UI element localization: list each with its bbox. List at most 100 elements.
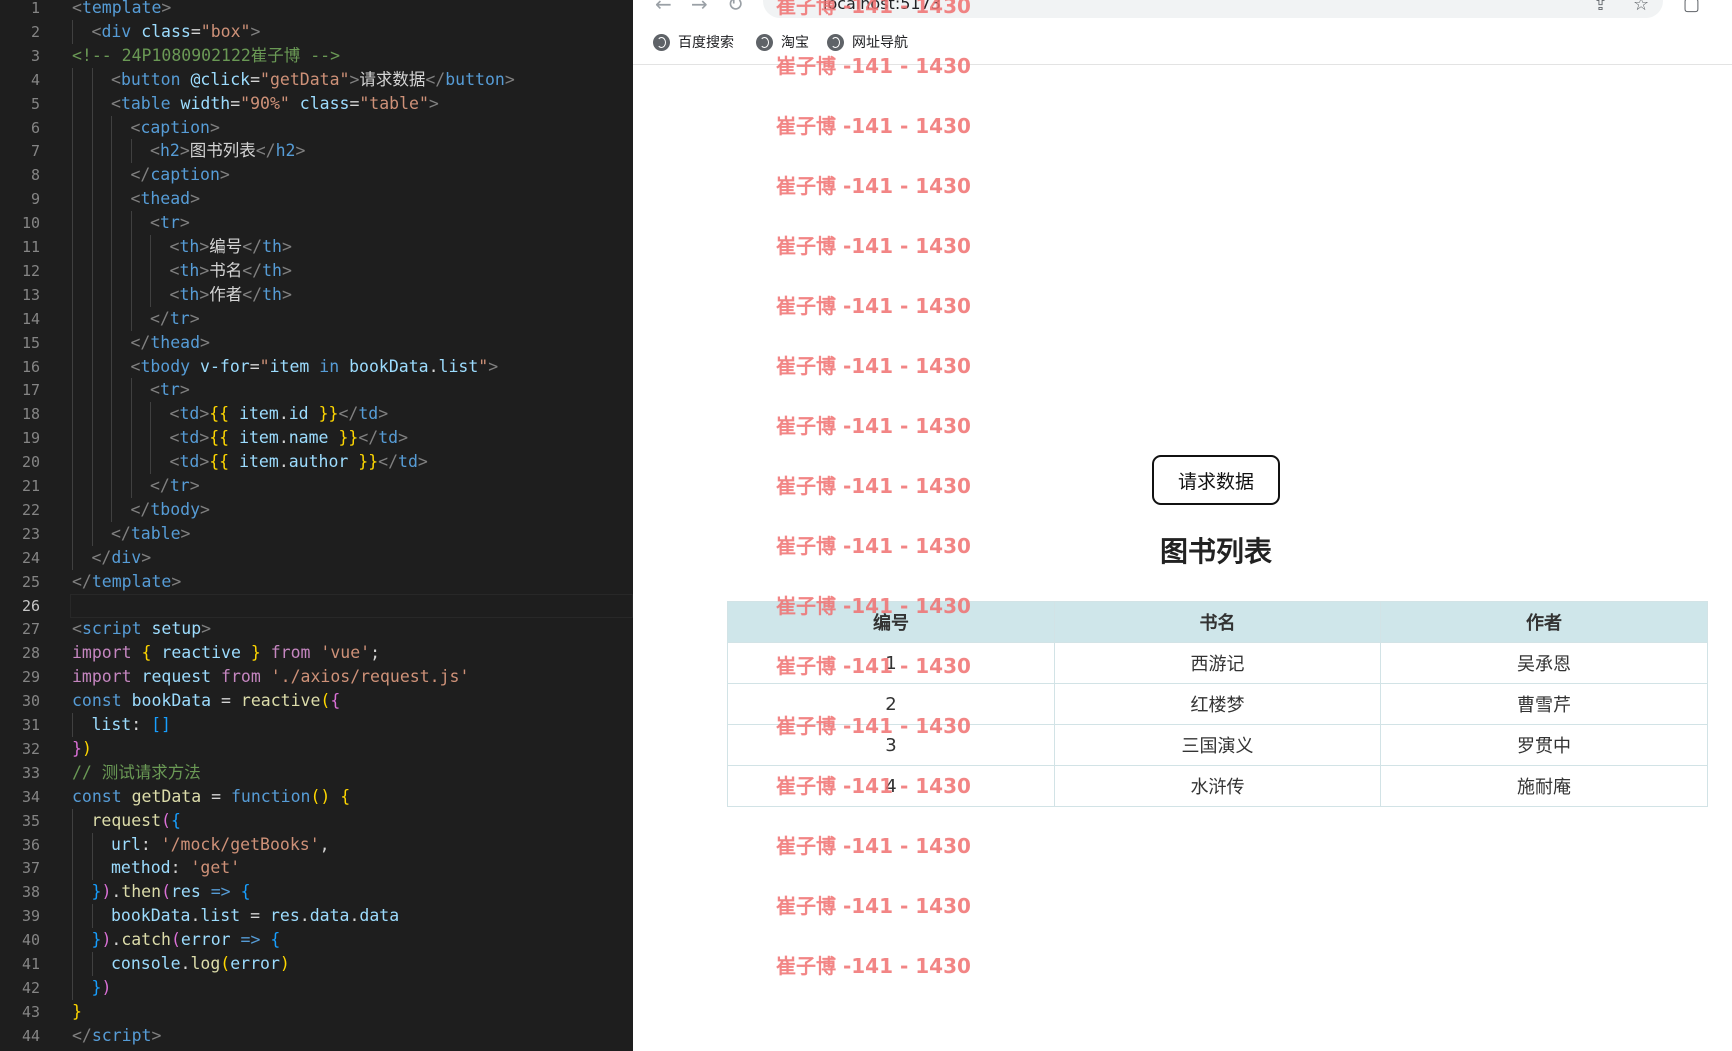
share-icon[interactable]: ⇪ xyxy=(1593,0,1608,15)
code-line[interactable]: 9 <thead> xyxy=(0,187,633,212)
line-number: 9 xyxy=(30,190,40,209)
code-line[interactable]: 40}).catch(error => { xyxy=(0,928,633,953)
window-icon[interactable]: ▢ xyxy=(1683,0,1700,15)
code-line[interactable]: 41 console.log(error) xyxy=(0,952,633,976)
indent-guide xyxy=(72,211,73,236)
code-line[interactable]: 15 </thead> xyxy=(0,330,633,355)
indent-guide xyxy=(91,426,93,451)
code-line[interactable]: 43} xyxy=(0,1000,633,1024)
code-line[interactable]: 25 </template> xyxy=(0,570,633,594)
code-editor[interactable]: 1 <template> 2 <div class="box"> 3 <!-- 24P10… xyxy=(0,0,633,1051)
code-line[interactable]: 33 // 测试请求方法 xyxy=(0,761,633,785)
line-number: 33 xyxy=(21,763,40,782)
code-text: <tbody v-for="item in bookData.list"> xyxy=(130,356,499,376)
code-text: <tr> xyxy=(150,380,190,400)
browser-window: ← → ↻ localhost:5173 ⇪ ☆ ▢ 百度搜索 淘宝 网址导航 xyxy=(633,0,1732,1051)
code-line[interactable]: 36 url: '/mock/getBooks', xyxy=(0,832,633,857)
code-line[interactable]: 4 <button @click="getData">请求数据</button> xyxy=(0,67,633,92)
indent-guide xyxy=(91,856,93,881)
code-line[interactable]: 6 <caption> xyxy=(0,115,633,140)
code-line[interactable]: 11 <th>编号</th> xyxy=(0,235,633,259)
code-text: </tr> xyxy=(150,308,200,328)
address-bar[interactable]: localhost:5173 xyxy=(763,0,1663,18)
code-line[interactable]: 17 <tr> xyxy=(0,378,633,403)
code-line[interactable]: 31 list: [] xyxy=(0,713,633,737)
code-line[interactable]: 34 const getData = function() { xyxy=(0,785,633,809)
table-cell: 西游记 xyxy=(1054,642,1381,684)
indent-guide xyxy=(91,91,93,116)
code-line[interactable]: 20 <td>{{ item.author }}</td> xyxy=(0,450,633,475)
code-text: bookData.list = res.data.data xyxy=(111,906,400,926)
indent-guide xyxy=(72,378,73,403)
browser-toolbar: ← → ↻ localhost:5173 ⇪ ☆ ▢ 百度搜索 淘宝 网址导航 xyxy=(633,0,1732,65)
code-line[interactable]: 23 </table> xyxy=(0,521,633,546)
indent-guide xyxy=(91,402,93,427)
code-text: </template> xyxy=(72,571,182,591)
code-line[interactable]: 16 <tbody v-for="item in bookData.list"> xyxy=(0,354,633,379)
code-line[interactable]: 7 <h2>图书列表</h2> xyxy=(0,139,633,164)
indent-guide xyxy=(130,378,132,403)
indent-guide xyxy=(130,211,132,236)
code-line[interactable]: 10 <tr> xyxy=(0,211,633,236)
code-line[interactable]: 42}) xyxy=(0,975,633,1000)
code-line[interactable]: 45 xyxy=(0,1048,633,1051)
request-data-button[interactable]: 请求数据 xyxy=(1152,455,1280,505)
code-line[interactable]: 29 import request from './axios/request.j… xyxy=(0,665,633,689)
star-icon[interactable]: ☆ xyxy=(1633,0,1649,15)
code-line[interactable]: 39 bookData.list = res.data.data xyxy=(0,904,633,929)
bookmark-item[interactable]: 淘宝 xyxy=(756,30,809,54)
code-line[interactable]: 38}).then(res => { xyxy=(0,880,633,905)
code-text: </caption> xyxy=(130,165,230,185)
bookmark-label: 百度搜索 xyxy=(678,35,734,51)
code-line[interactable]: 13 <th>作者</th> xyxy=(0,282,633,307)
code-line[interactable]: 14 </tr> xyxy=(0,306,633,331)
bookmark-item[interactable]: 百度搜索 xyxy=(653,30,734,54)
indent-guide xyxy=(150,402,151,427)
indent-guide xyxy=(130,450,132,475)
code-text: <table width="90%" class="table"> xyxy=(111,93,439,113)
back-icon[interactable]: ← xyxy=(655,0,672,16)
indent-guide xyxy=(72,928,73,953)
indent-guide xyxy=(72,139,73,164)
code-line[interactable]: 30 const bookData = reactive({ xyxy=(0,689,633,713)
indent-guide xyxy=(150,235,151,259)
code-line[interactable]: 27 <script setup> xyxy=(0,617,633,641)
code-line[interactable]: 5 <table width="90%" class="table"> xyxy=(0,91,633,116)
code-line[interactable]: 28 import { reactive } from 'vue'; xyxy=(0,641,633,665)
code-line[interactable]: 2 <div class="box"> xyxy=(0,19,633,44)
indent-guide xyxy=(72,808,73,833)
code-line[interactable]: 1 <template> xyxy=(0,0,633,20)
code-text: </tr> xyxy=(150,476,200,495)
indent-guide xyxy=(111,450,112,475)
table-cell: 4 xyxy=(727,765,1055,807)
code-line[interactable]: 18 <td>{{ item.id }}</td> xyxy=(0,402,633,427)
forward-icon[interactable]: → xyxy=(691,0,708,16)
code-line[interactable]: 32}) xyxy=(0,737,633,761)
code-line[interactable]: 12 <th>书名</th> xyxy=(0,258,633,283)
code-line[interactable]: 21 </tr> xyxy=(0,474,633,498)
code-line[interactable]: 24 </div> xyxy=(0,545,633,570)
indent-guide xyxy=(72,426,73,451)
code-text: <th>作者</th> xyxy=(169,284,292,304)
line-number: 13 xyxy=(21,285,40,304)
code-line[interactable]: 35 request({ xyxy=(0,808,633,833)
code-line[interactable]: 44 </script> xyxy=(0,1024,633,1048)
code-line[interactable]: 3 <!-- 24P1080902122崔子博 --> xyxy=(0,44,633,68)
table-cell: 1 xyxy=(727,642,1055,684)
code-text: list: [] xyxy=(91,715,172,734)
globe-icon xyxy=(653,33,670,51)
code-line[interactable]: 37 method: 'get' xyxy=(0,856,633,881)
indent-guide xyxy=(150,450,151,475)
line-number: 44 xyxy=(21,1026,40,1045)
bookmark-item[interactable]: 网址导航 xyxy=(827,30,908,54)
indent-guide xyxy=(91,354,93,379)
line-number: 38 xyxy=(21,883,40,902)
line-number: 19 xyxy=(21,429,40,448)
code-line[interactable]: 19 <td>{{ item.name }}</td> xyxy=(0,426,633,451)
code-line[interactable]: 8 </caption> xyxy=(0,163,633,188)
reload-icon[interactable]: ↻ xyxy=(727,0,744,16)
url-text: localhost:5173 xyxy=(823,0,941,13)
code-line[interactable]: 22 </tbody> xyxy=(0,497,633,522)
table-cell: 吴承恩 xyxy=(1380,642,1708,684)
code-line[interactable]: 26 xyxy=(0,593,633,618)
